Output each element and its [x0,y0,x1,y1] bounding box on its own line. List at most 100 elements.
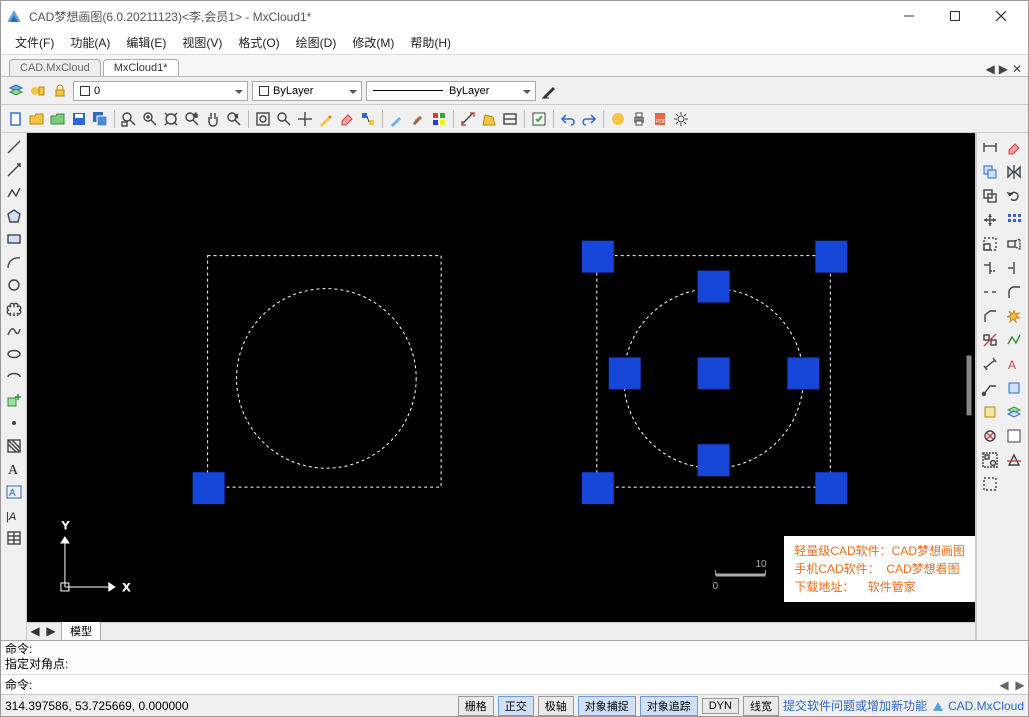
feedback-link[interactable]: 提交软件问题或增加新功能 [783,697,927,714]
circle-tool-icon[interactable] [4,275,24,295]
dim-linear-icon[interactable] [979,137,1001,159]
maximize-button[interactable] [932,2,978,30]
linetype-combo[interactable]: ByLayer [366,81,536,101]
linetype-edit-icon[interactable] [540,82,558,100]
explode-icon[interactable] [1003,305,1025,327]
eraser-icon[interactable] [338,110,356,128]
ellipse-tool-icon[interactable] [4,344,24,364]
menu-edit[interactable]: 编辑(E) [118,31,174,54]
menu-help[interactable]: 帮助(H) [402,31,459,54]
menu-format[interactable]: 格式(O) [230,31,287,54]
polygon-tool-icon[interactable] [4,206,24,226]
tab-close-icon[interactable]: ✕ [1012,62,1022,76]
wipeout-icon[interactable] [1003,425,1025,447]
drawing-canvas[interactable]: X Y 0 10 [27,133,975,622]
layout-prev-icon[interactable]: ◀ [27,624,43,638]
purge-icon[interactable] [979,425,1001,447]
status-grid-button[interactable]: 栅格 [458,696,494,716]
color-icon[interactable] [430,110,448,128]
model-tab[interactable]: 模型 [61,621,101,641]
block-create-icon[interactable] [1003,377,1025,399]
layer-manager-icon[interactable] [7,82,25,100]
line-tool-icon[interactable] [4,137,24,157]
fillet-icon[interactable] [1003,281,1025,303]
dim-edit-icon[interactable]: A [1003,353,1025,375]
tab-next-icon[interactable]: ▶ [999,62,1008,76]
match-props-icon[interactable] [359,110,377,128]
menu-file[interactable]: 文件(F) [7,31,62,54]
cmd-scroll-left-icon[interactable]: ◀ [996,678,1012,692]
status-dyn-button[interactable]: DYN [702,698,739,714]
rectangle-tool-icon[interactable] [4,229,24,249]
join-icon[interactable] [1003,329,1025,351]
measure-id-icon[interactable] [501,110,519,128]
status-otrack-button[interactable]: 对象追踪 [640,696,698,716]
scale-icon[interactable] [979,233,1001,255]
status-osnap-button[interactable]: 对象捕捉 [578,696,636,716]
hatch-tool-icon[interactable] [4,436,24,456]
point-tool-icon[interactable] [4,413,24,433]
export-pdf-icon[interactable]: PDF [651,110,669,128]
zoom-realtime-icon[interactable]: ± [183,110,201,128]
status-polar-button[interactable]: 极轴 [538,696,574,716]
zoom-window-icon[interactable] [120,110,138,128]
menu-function[interactable]: 功能(A) [62,31,118,54]
ray-tool-icon[interactable] [4,160,24,180]
move-icon[interactable] [979,209,1001,231]
tab-prev-icon[interactable]: ◀ [985,62,994,76]
redo-icon[interactable] [580,110,598,128]
print-icon[interactable] [630,110,648,128]
menu-draw[interactable]: 绘图(D) [288,31,345,54]
trim-icon[interactable] [979,257,1001,279]
cmd-scroll-right-icon[interactable]: ▶ [1012,678,1028,692]
revcloud-tool-icon[interactable] [4,298,24,318]
new-file-icon[interactable] [7,110,25,128]
chamfer-icon[interactable] [979,305,1001,327]
layer-combo[interactable]: 0 [73,81,248,101]
brand-label[interactable]: CAD.MxCloud [931,699,1024,713]
script-icon[interactable] [530,110,548,128]
rotate-icon[interactable] [1003,185,1025,207]
offset-icon[interactable] [979,185,1001,207]
command-input[interactable] [36,677,996,693]
array-icon[interactable] [1003,209,1025,231]
insert-block-icon[interactable] [4,390,24,410]
block-edit-icon[interactable] [979,401,1001,423]
dim-aligned-icon[interactable] [979,353,1001,375]
edit-props-icon[interactable] [317,110,335,128]
zoom-all-icon[interactable] [254,110,272,128]
erase-icon[interactable] [1003,137,1025,159]
layer-tool-icon[interactable] [1003,401,1025,423]
doc-tab-0[interactable]: CAD.MxCloud [9,59,101,76]
mtext-tool-icon[interactable]: A [4,482,24,502]
select-all-icon[interactable] [979,473,1001,495]
menu-view[interactable]: 视图(V) [174,31,230,54]
extend-icon[interactable] [1003,257,1025,279]
copy-icon[interactable] [979,161,1001,183]
spline-tool-icon[interactable] [4,321,24,341]
table-tool-icon[interactable] [4,528,24,548]
layer-state-icon[interactable] [29,82,47,100]
undo-icon[interactable] [559,110,577,128]
pan-icon[interactable] [204,110,222,128]
status-lw-button[interactable]: 线宽 [743,696,779,716]
polyline-tool-icon[interactable] [4,183,24,203]
zoom-object-icon[interactable] [275,110,293,128]
paint-icon[interactable] [388,110,406,128]
save-icon[interactable] [70,110,88,128]
open-file-icon[interactable] [28,110,46,128]
layer-lock-icon[interactable] [51,82,69,100]
text-tool-icon[interactable]: A [4,459,24,479]
leader-icon[interactable] [979,377,1001,399]
doc-tab-1[interactable]: MxCloud1* [103,59,179,76]
minimize-button[interactable] [886,2,932,30]
zoom-in-icon[interactable] [141,110,159,128]
status-ortho-button[interactable]: 正交 [498,696,534,716]
layout-next-icon[interactable]: ▶ [43,624,59,638]
settings-icon[interactable] [672,110,690,128]
tool-a-icon[interactable] [609,110,627,128]
measure-dist-icon[interactable] [459,110,477,128]
ellipsearc-tool-icon[interactable] [4,367,24,387]
color-combo[interactable]: ByLayer [252,81,362,101]
zoom-previous-icon[interactable] [225,110,243,128]
